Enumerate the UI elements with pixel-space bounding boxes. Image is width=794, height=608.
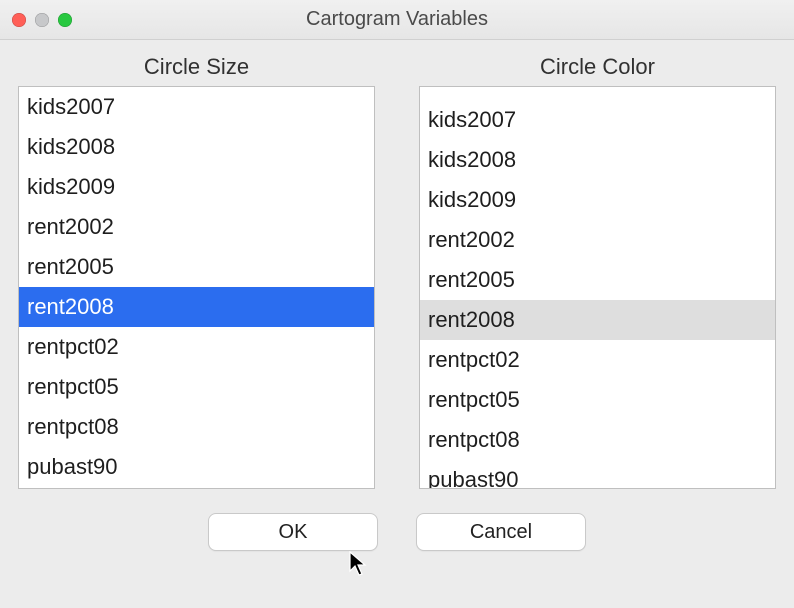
list-item[interactable]: kids2006 <box>420 86 775 100</box>
circle-color-header: Circle Color <box>419 54 776 80</box>
list-item[interactable]: rentpct05 <box>420 380 775 420</box>
window-title: Cartogram Variables <box>0 8 794 31</box>
button-bar: OK Cancel <box>18 489 776 551</box>
list-item[interactable]: rent2002 <box>19 207 374 247</box>
maximize-icon[interactable] <box>58 13 72 27</box>
circle-size-listbox[interactable]: kids2007kids2008kids2009rent2002rent2005… <box>18 86 375 489</box>
window-controls <box>12 13 72 27</box>
list-item[interactable]: rent2002 <box>420 220 775 260</box>
list-item[interactable]: kids2008 <box>420 140 775 180</box>
list-item[interactable]: rent2008 <box>19 287 374 327</box>
titlebar: Cartogram Variables <box>0 0 794 40</box>
circle-size-header: Circle Size <box>18 54 375 80</box>
circle-size-column: Circle Size kids2007kids2008kids2009rent… <box>18 54 375 489</box>
dialog-content: Circle Size kids2007kids2008kids2009rent… <box>0 40 794 551</box>
list-item[interactable]: rentpct08 <box>420 420 775 460</box>
list-item[interactable]: rent2005 <box>420 260 775 300</box>
close-icon[interactable] <box>12 13 26 27</box>
list-item[interactable]: rentpct02 <box>19 327 374 367</box>
list-item[interactable]: kids2009 <box>420 180 775 220</box>
circle-color-column: Circle Color kids2006kids2007kids2008kid… <box>419 54 776 489</box>
list-item[interactable]: rentpct02 <box>420 340 775 380</box>
minimize-icon[interactable] <box>35 13 49 27</box>
list-item[interactable]: rent2008 <box>420 300 775 340</box>
cancel-button[interactable]: Cancel <box>416 513 586 551</box>
list-item[interactable]: pubast90 <box>19 447 374 487</box>
list-item[interactable]: rentpct05 <box>19 367 374 407</box>
list-item[interactable]: kids2008 <box>19 127 374 167</box>
circle-color-listbox[interactable]: kids2006kids2007kids2008kids2009rent2002… <box>419 86 776 489</box>
mouse-cursor-icon <box>348 551 370 579</box>
ok-button[interactable]: OK <box>208 513 378 551</box>
list-item[interactable]: kids2007 <box>420 100 775 140</box>
list-item[interactable]: rentpct08 <box>19 407 374 447</box>
list-item[interactable]: pubast90 <box>420 460 775 489</box>
list-item[interactable]: kids2009 <box>19 167 374 207</box>
list-item[interactable]: kids2007 <box>19 87 374 127</box>
list-item[interactable]: rent2005 <box>19 247 374 287</box>
